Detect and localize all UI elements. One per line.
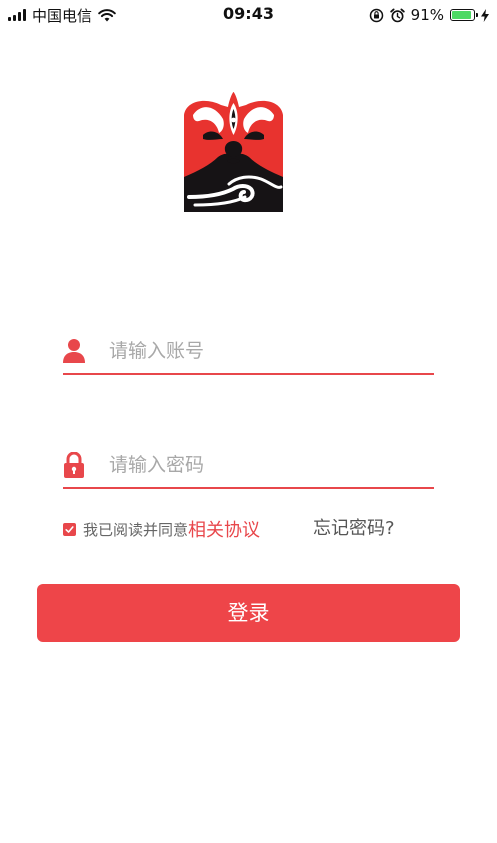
battery-icon — [450, 9, 478, 21]
password-field — [63, 445, 434, 489]
status-bar: 中国电信 09:43 91% — [0, 0, 497, 30]
forgot-password-link[interactable]: 忘记密码? — [313, 516, 395, 542]
login-button[interactable]: 登录 — [37, 584, 460, 642]
agreement-text: 我已阅读并同意 — [83, 520, 189, 539]
battery-percent: 91% — [410, 6, 444, 24]
status-bar-right: 91% — [369, 5, 489, 25]
checkmark-icon — [65, 525, 74, 533]
password-input[interactable] — [109, 449, 429, 481]
battery-level — [452, 11, 472, 19]
charging-icon — [481, 8, 489, 22]
alarm-icon — [389, 8, 405, 22]
agreement-row: 我已阅读并同意 相关协议 — [63, 516, 260, 542]
account-field — [63, 331, 434, 375]
user-icon — [63, 339, 85, 363]
lock-icon — [64, 452, 84, 478]
agreement-checkbox[interactable] — [63, 522, 76, 536]
account-input[interactable] — [109, 335, 429, 367]
agreement-link[interactable]: 相关协议 — [188, 516, 260, 542]
orientation-lock-icon — [369, 8, 383, 22]
opera-mask-logo — [184, 92, 283, 212]
